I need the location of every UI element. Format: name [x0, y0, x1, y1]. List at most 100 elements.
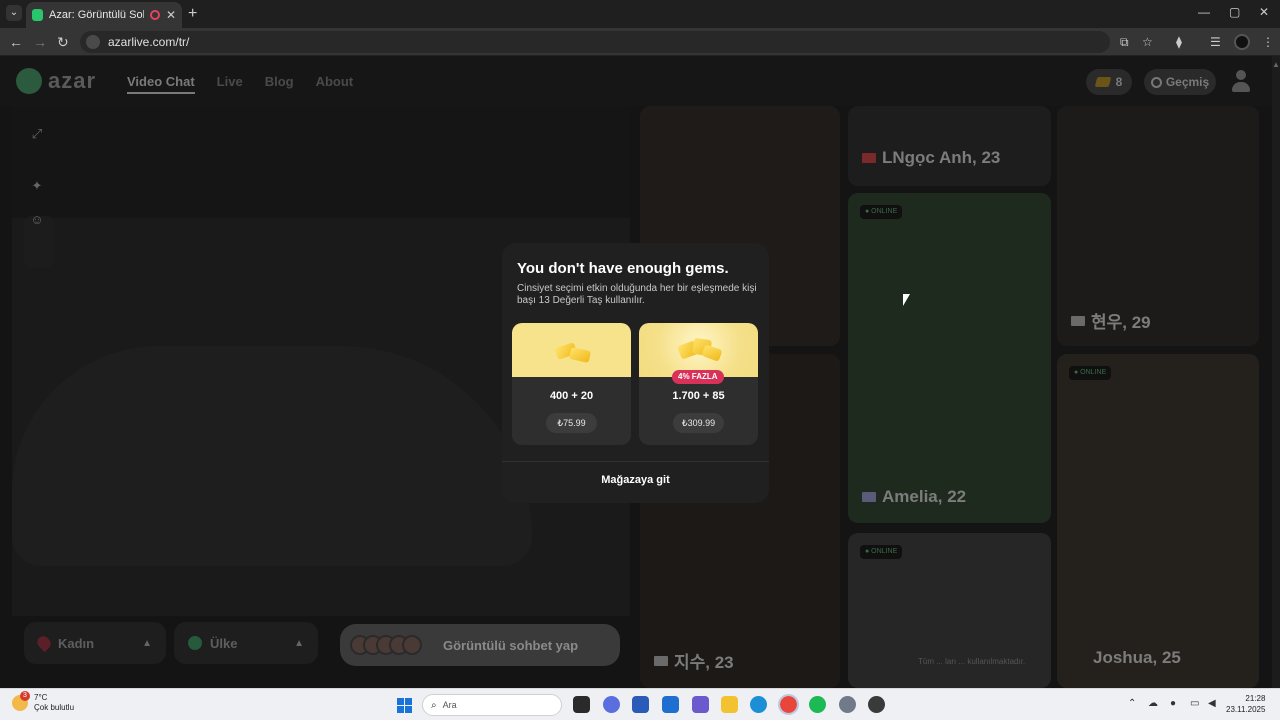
- nav-about[interactable]: About: [316, 74, 354, 94]
- forward-arrow-icon[interactable]: →: [33, 34, 47, 50]
- start-video-chat-button[interactable]: Görüntülü sohbet yap: [340, 624, 620, 666]
- scroll-up-arrow-icon[interactable]: ▲: [1272, 60, 1280, 69]
- profile-name: Amelia, 22: [862, 487, 966, 507]
- avatar: [402, 635, 422, 655]
- country-filter-button[interactable]: Ülke ▲: [174, 622, 318, 664]
- online-badge: ● ONLINE: [860, 545, 903, 559]
- gem-pack-large[interactable]: 4% FAZLA 1.700 + 85 ₺309.99: [639, 323, 758, 445]
- taskbar-search-placeholder: Ara: [442, 700, 457, 710]
- pack-price: ₺309.99: [673, 413, 724, 433]
- site-header: azar Video Chat Live Blog About 8 Geçmiş: [0, 56, 1280, 106]
- mic-icon[interactable]: ●: [1170, 698, 1176, 709]
- bonus-badge: 4% FAZLA: [672, 370, 724, 384]
- browser-tabbar: ⌄ Azar: Görüntülü Sohbet, Yabancılarla G…: [0, 0, 1280, 28]
- search-icon: ⌕: [431, 699, 437, 711]
- new-tab-plus-icon[interactable]: +: [188, 5, 197, 23]
- tab-list-chevron-icon[interactable]: ⌄: [6, 5, 22, 21]
- browser-tab[interactable]: Azar: Görüntülü Sohbet, Yabancılarla Gör…: [26, 2, 182, 28]
- profile-card[interactable]: ● ONLINE Joshua, 25: [1057, 354, 1259, 688]
- footer-note: Tüm ... ları ... kullanılmaktadır.: [918, 657, 1026, 666]
- windows-start-icon[interactable]: [397, 698, 412, 713]
- file-explorer-icon[interactable]: [721, 696, 738, 713]
- online-badge: ● ONLINE: [860, 205, 903, 219]
- profile-card[interactable]: ● ONLINE Amelia, 22: [848, 193, 1051, 523]
- browser-profile-avatar[interactable]: [1234, 34, 1250, 50]
- user-account-icon[interactable]: [1232, 70, 1250, 92]
- modal-divider: [502, 461, 769, 462]
- task-view-icon[interactable]: [573, 696, 590, 713]
- history-label: Geçmiş: [1165, 75, 1210, 89]
- globe-icon: [188, 636, 202, 650]
- go-to-store-button[interactable]: Mağazaya git: [502, 474, 769, 486]
- gem-pack-image: [639, 323, 758, 377]
- cast-icon[interactable]: ⧉: [1120, 35, 1129, 50]
- reading-list-icon[interactable]: ☰: [1210, 35, 1221, 49]
- azar-logo[interactable]: azar: [16, 68, 96, 94]
- bookmark-star-icon[interactable]: ☆: [1142, 35, 1153, 49]
- modal-title: You don't have enough gems.: [517, 260, 729, 277]
- gold-gem-icon: [701, 344, 723, 362]
- expand-icon[interactable]: ⤢: [27, 124, 47, 144]
- mail-icon[interactable]: [662, 696, 679, 713]
- tray-chevron-up-icon[interactable]: ⌃: [1128, 698, 1136, 709]
- face-filter-icon[interactable]: ☺: [27, 210, 47, 230]
- maximize-icon[interactable]: ▢: [1229, 5, 1240, 19]
- pack-amount: 400 + 20: [549, 390, 594, 402]
- app-icon[interactable]: [603, 696, 620, 713]
- flag-us-icon: [862, 492, 876, 502]
- extensions-icon[interactable]: ⧫: [1176, 35, 1182, 49]
- gem-balance-button[interactable]: 8: [1086, 69, 1132, 95]
- nav-blog[interactable]: Blog: [265, 74, 294, 94]
- windows-taskbar: 3 7°C Çok bulutlu ⌕ Ara ⌃ ☁ ● ▭ ◀ 21:28 …: [0, 688, 1280, 720]
- minimize-icon[interactable]: —: [1198, 5, 1210, 19]
- tab-favicon-icon: [32, 9, 44, 21]
- main-nav: Video Chat Live Blog About: [127, 74, 353, 94]
- camera-feed-silhouette: [12, 346, 532, 566]
- onedrive-icon[interactable]: ☁: [1148, 698, 1158, 709]
- back-arrow-icon[interactable]: ←: [9, 34, 23, 50]
- chrome-icon[interactable]: [778, 694, 799, 715]
- chevron-up-icon: ▲: [142, 637, 152, 649]
- app-icon[interactable]: [868, 696, 885, 713]
- profile-card[interactable]: 현우, 29: [1057, 106, 1259, 346]
- gold-gem-icon: [568, 347, 592, 363]
- nav-live[interactable]: Live: [217, 74, 243, 94]
- not-enough-gems-modal: You don't have enough gems. Cinsiyet seç…: [502, 243, 769, 503]
- taskbar-search[interactable]: ⌕ Ara: [422, 694, 562, 716]
- tab-close-icon[interactable]: ✕: [166, 8, 176, 22]
- page-scrollbar[interactable]: [1272, 56, 1280, 688]
- reload-icon[interactable]: ↻: [57, 34, 69, 51]
- edge-icon[interactable]: [750, 696, 767, 713]
- url-field[interactable]: azarlive.com/tr/: [80, 31, 1110, 53]
- gender-filter-button[interactable]: Kadın ▲: [24, 622, 166, 664]
- spotify-icon[interactable]: [809, 696, 826, 713]
- profile-name: LNgọc Anh, 23: [862, 148, 1000, 168]
- avatar-stack: [350, 635, 422, 655]
- pack-amount: 1.700 + 85: [672, 390, 725, 402]
- weather-widget[interactable]: 3 7°C Çok bulutlu: [12, 691, 74, 713]
- logo-text: azar: [48, 68, 97, 93]
- profile-card[interactable]: LNgọc Anh, 23: [848, 106, 1051, 186]
- volume-icon[interactable]: ◀: [1208, 698, 1216, 709]
- nav-video-chat[interactable]: Video Chat: [127, 74, 195, 94]
- url-text: azarlive.com/tr/: [108, 35, 190, 49]
- app-icon[interactable]: [692, 696, 709, 713]
- video-top-shade: [12, 106, 630, 218]
- gem-icon: [1094, 77, 1111, 87]
- network-icon[interactable]: ▭: [1190, 698, 1199, 709]
- address-bar: ← → ↻ azarlive.com/tr/ ⧉ ☆ ⧫ ☰ ⋮: [0, 28, 1280, 56]
- history-button[interactable]: Geçmiş: [1144, 69, 1216, 95]
- profile-name: Joshua, 25: [1093, 648, 1181, 667]
- sparkle-effects-icon[interactable]: ✦: [27, 176, 47, 196]
- weather-badge: 3: [20, 691, 30, 701]
- settings-gear-icon[interactable]: [839, 696, 856, 713]
- profile-name: 지수, 23: [654, 648, 734, 673]
- taskbar-clock[interactable]: 21:28 23.11.2025: [1226, 693, 1265, 715]
- window-close-icon[interactable]: ✕: [1259, 5, 1269, 19]
- gem-count: 8: [1115, 75, 1123, 89]
- gem-pack-small[interactable]: 400 + 20 ₺75.99: [512, 323, 631, 445]
- gem-pack-image: [512, 323, 631, 377]
- browser-menu-icon[interactable]: ⋮: [1262, 35, 1274, 49]
- store-icon[interactable]: [632, 696, 649, 713]
- site-info-icon[interactable]: [86, 35, 100, 49]
